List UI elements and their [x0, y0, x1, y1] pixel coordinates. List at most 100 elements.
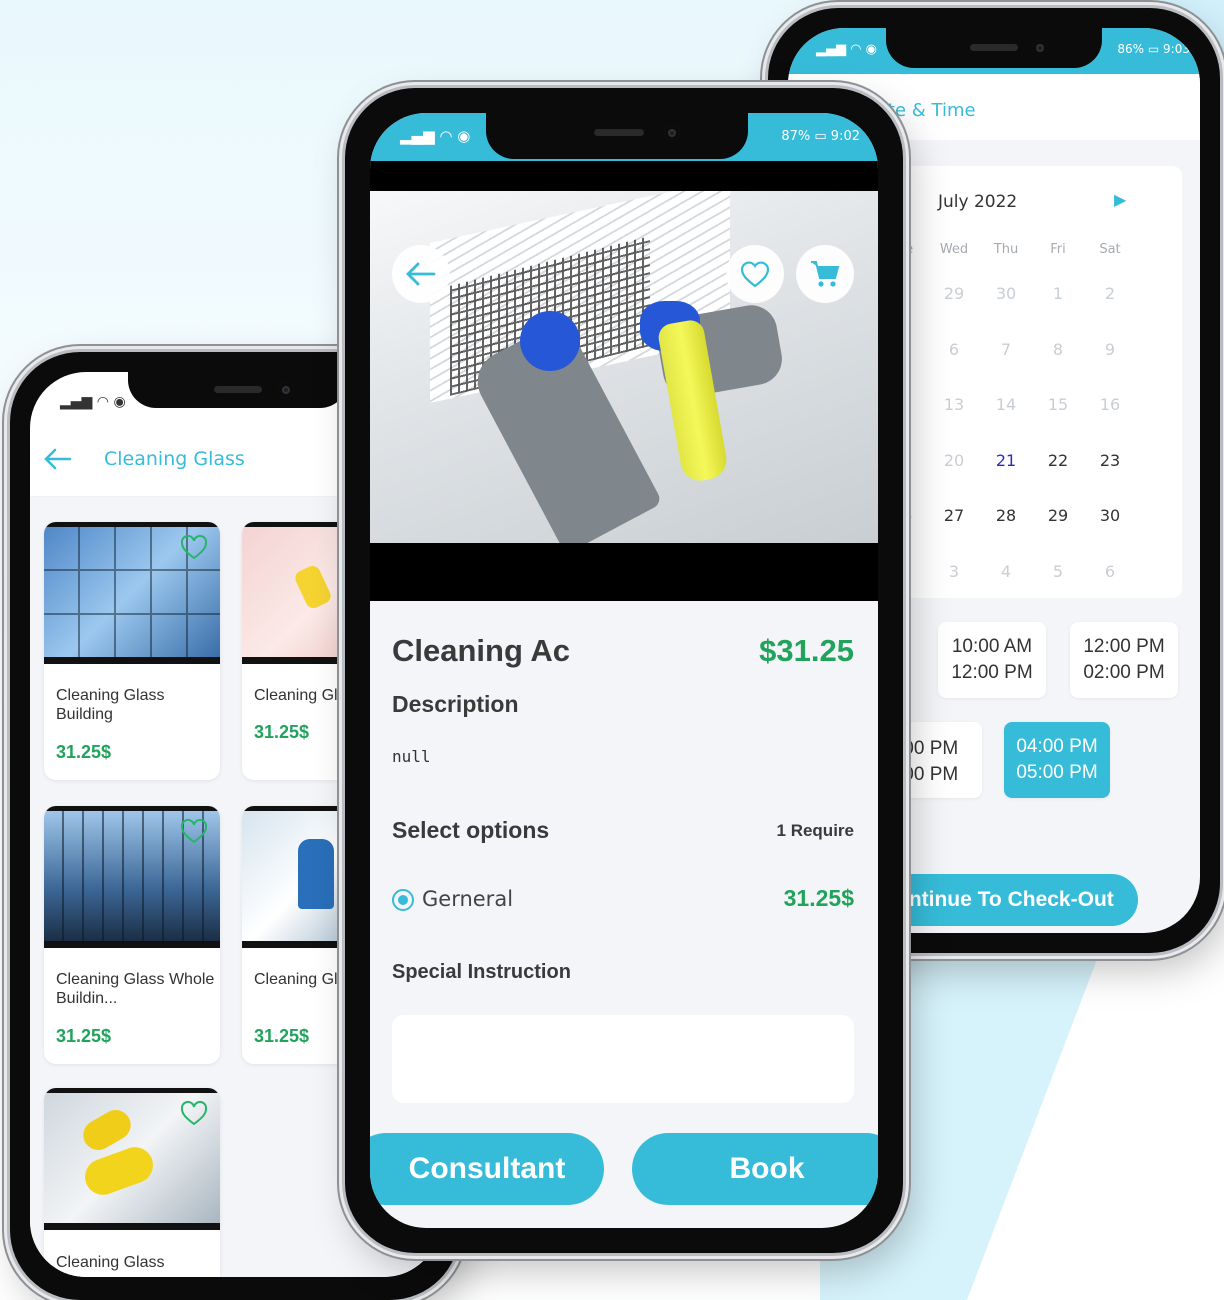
special-instruction-label: Special Instruction — [392, 961, 571, 983]
calendar-day[interactable]: 2 — [1084, 284, 1136, 303]
status-bar-right: 87% ▭ 9:02 — [781, 129, 860, 144]
calendar-day[interactable]: 13 — [928, 395, 980, 414]
option-name[interactable]: Gerneral — [422, 887, 513, 911]
heart-icon[interactable] — [180, 818, 208, 844]
hero-image — [370, 191, 878, 543]
slot-start: 10:00 AM — [951, 636, 1033, 657]
time-slot-selected[interactable]: 04:00 PM 05:00 PM — [1004, 722, 1110, 798]
description-text: null — [392, 747, 431, 766]
calendar-day[interactable]: 29 — [1032, 506, 1084, 525]
heart-icon[interactable] — [180, 534, 208, 560]
calendar-day[interactable]: 28 — [980, 506, 1032, 525]
battery-icon: ▭ — [814, 129, 827, 144]
product-title: Cleaning Glass Building — [56, 687, 165, 723]
calendar-day[interactable]: 6 — [1084, 562, 1136, 581]
special-instruction-input[interactable] — [392, 1015, 854, 1103]
checkout-button[interactable]: ontinue To Check-Out — [878, 874, 1138, 926]
time-slot[interactable]: :00 PM :00 PM — [898, 722, 982, 798]
product-detail-screen: ▂▄▆ ◠ ◉ 87% ▭ 9:02 Cleaning Ac $31.25 De… — [370, 113, 878, 1228]
status-time: 9:03 — [1163, 42, 1190, 56]
select-options-label: Select options — [392, 817, 550, 843]
calendar-day[interactable]: 27 — [928, 506, 980, 525]
calendar-day[interactable]: 7 — [980, 340, 1032, 359]
status-time: 9:02 — [830, 129, 860, 144]
calendar-day[interactable]: 5 — [1032, 562, 1084, 581]
product-price: $31.25 — [759, 633, 854, 668]
calendar-month: July 2022 — [938, 192, 1018, 212]
product-price: 31.25$ — [56, 1026, 112, 1046]
book-button[interactable]: Book — [632, 1133, 878, 1205]
calendar-day[interactable]: 1 — [1032, 284, 1084, 303]
back-button[interactable] — [392, 245, 450, 303]
status-bar-left: ▂▄▆ ◠ ◉ — [816, 42, 877, 57]
weekday-label: Thu — [993, 242, 1019, 257]
cart-button[interactable] — [796, 245, 854, 303]
favorite-button[interactable] — [726, 245, 784, 303]
slot-start: :00 PM — [898, 738, 959, 759]
consultant-button[interactable]: Consultant — [370, 1133, 604, 1205]
page-title: Cleaning Glass — [104, 448, 245, 470]
time-slot[interactable]: 12:00 PM 02:00 PM — [1070, 622, 1178, 698]
status-bar: ▂▄▆ ◠ ◉ — [60, 394, 126, 410]
product-title: Cleaning Glass Whole Buildin... — [56, 971, 215, 1007]
time-slot[interactable]: 10:00 AM 12:00 PM — [938, 622, 1046, 698]
heart-icon[interactable] — [180, 1100, 208, 1126]
calendar-day[interactable]: 20 — [928, 451, 980, 470]
battery-level: 87% — [781, 129, 811, 144]
require-label: 1 Require — [776, 821, 854, 840]
eye-icon: ◉ — [865, 42, 877, 57]
slot-end: 12:00 PM — [951, 662, 1033, 683]
product-card[interactable]: Cleaning Glass Whole Buildin... 31.25$ — [44, 806, 220, 1064]
product-name: Cleaning Ac — [392, 633, 570, 668]
calendar-day[interactable]: 14 — [980, 395, 1032, 414]
signal-icon: ▂▄▆ — [816, 42, 846, 57]
battery-icon: ▭ — [1147, 42, 1160, 56]
hero-frame — [370, 161, 878, 601]
product-price: 31.25$ — [56, 742, 112, 762]
calendar-day[interactable]: 4 — [980, 562, 1032, 581]
calendar-day[interactable]: 6 — [928, 340, 980, 359]
notch — [128, 372, 348, 408]
product-card[interactable]: Cleaning Glass Building 31.25$ — [44, 522, 220, 780]
signal-icon: ▂▄▆ — [400, 127, 435, 145]
product-price: 31.25$ — [254, 1026, 310, 1046]
calendar-day[interactable]: 15 — [1032, 395, 1084, 414]
description-label: Description — [392, 691, 519, 717]
arrow-left-icon — [406, 262, 436, 286]
calendar-day[interactable]: 23 — [1084, 451, 1136, 470]
calendar-day[interactable]: 29 — [928, 284, 980, 303]
calendar-day[interactable]: 9 — [1084, 340, 1136, 359]
cart-icon — [811, 261, 840, 287]
option-price: 31.25$ — [783, 885, 854, 911]
arrow-left-icon[interactable] — [44, 448, 72, 470]
calendar-day[interactable]: 3 — [928, 562, 980, 581]
product-card[interactable]: Cleaning Glass — [44, 1088, 220, 1277]
calendar-day[interactable]: 16 — [1084, 395, 1136, 414]
wifi-icon: ◠ — [850, 42, 862, 57]
phone-middle: ▂▄▆ ◠ ◉ 87% ▭ 9:02 Cleaning Ac $31.25 De… — [345, 88, 903, 1253]
eye-icon: ◉ — [457, 127, 471, 145]
option-radio[interactable] — [392, 889, 414, 911]
notch — [886, 28, 1102, 68]
heart-icon — [740, 261, 770, 288]
calendar-day[interactable]: 21 — [980, 451, 1032, 470]
calendar-day[interactable]: 30 — [980, 284, 1032, 303]
product-price: 31.25$ — [254, 722, 310, 742]
weekday-label: Sat — [1099, 242, 1121, 257]
status-bar-right: 86% ▭ 9:03 — [1117, 42, 1190, 56]
slot-start: 12:00 PM — [1083, 636, 1165, 657]
wifi-icon: ◠ — [96, 394, 109, 410]
weekday-label: Wed — [939, 242, 969, 257]
slot-start: 04:00 PM — [1016, 736, 1098, 757]
wifi-icon: ◠ — [439, 127, 453, 145]
calendar-day[interactable]: 8 — [1032, 340, 1084, 359]
slot-end: 02:00 PM — [1083, 662, 1165, 683]
eye-icon: ◉ — [113, 394, 126, 410]
next-month-icon[interactable]: ▶ — [1114, 190, 1126, 210]
calendar: July 2022 ▶ TueWedThuFriSat2829301256789… — [878, 166, 1182, 598]
calendar-day[interactable]: 30 — [1084, 506, 1136, 525]
signal-icon: ▂▄▆ — [60, 394, 93, 410]
calendar-day[interactable]: 22 — [1032, 451, 1084, 470]
slot-end: 05:00 PM — [1016, 762, 1098, 783]
notch — [486, 113, 748, 159]
